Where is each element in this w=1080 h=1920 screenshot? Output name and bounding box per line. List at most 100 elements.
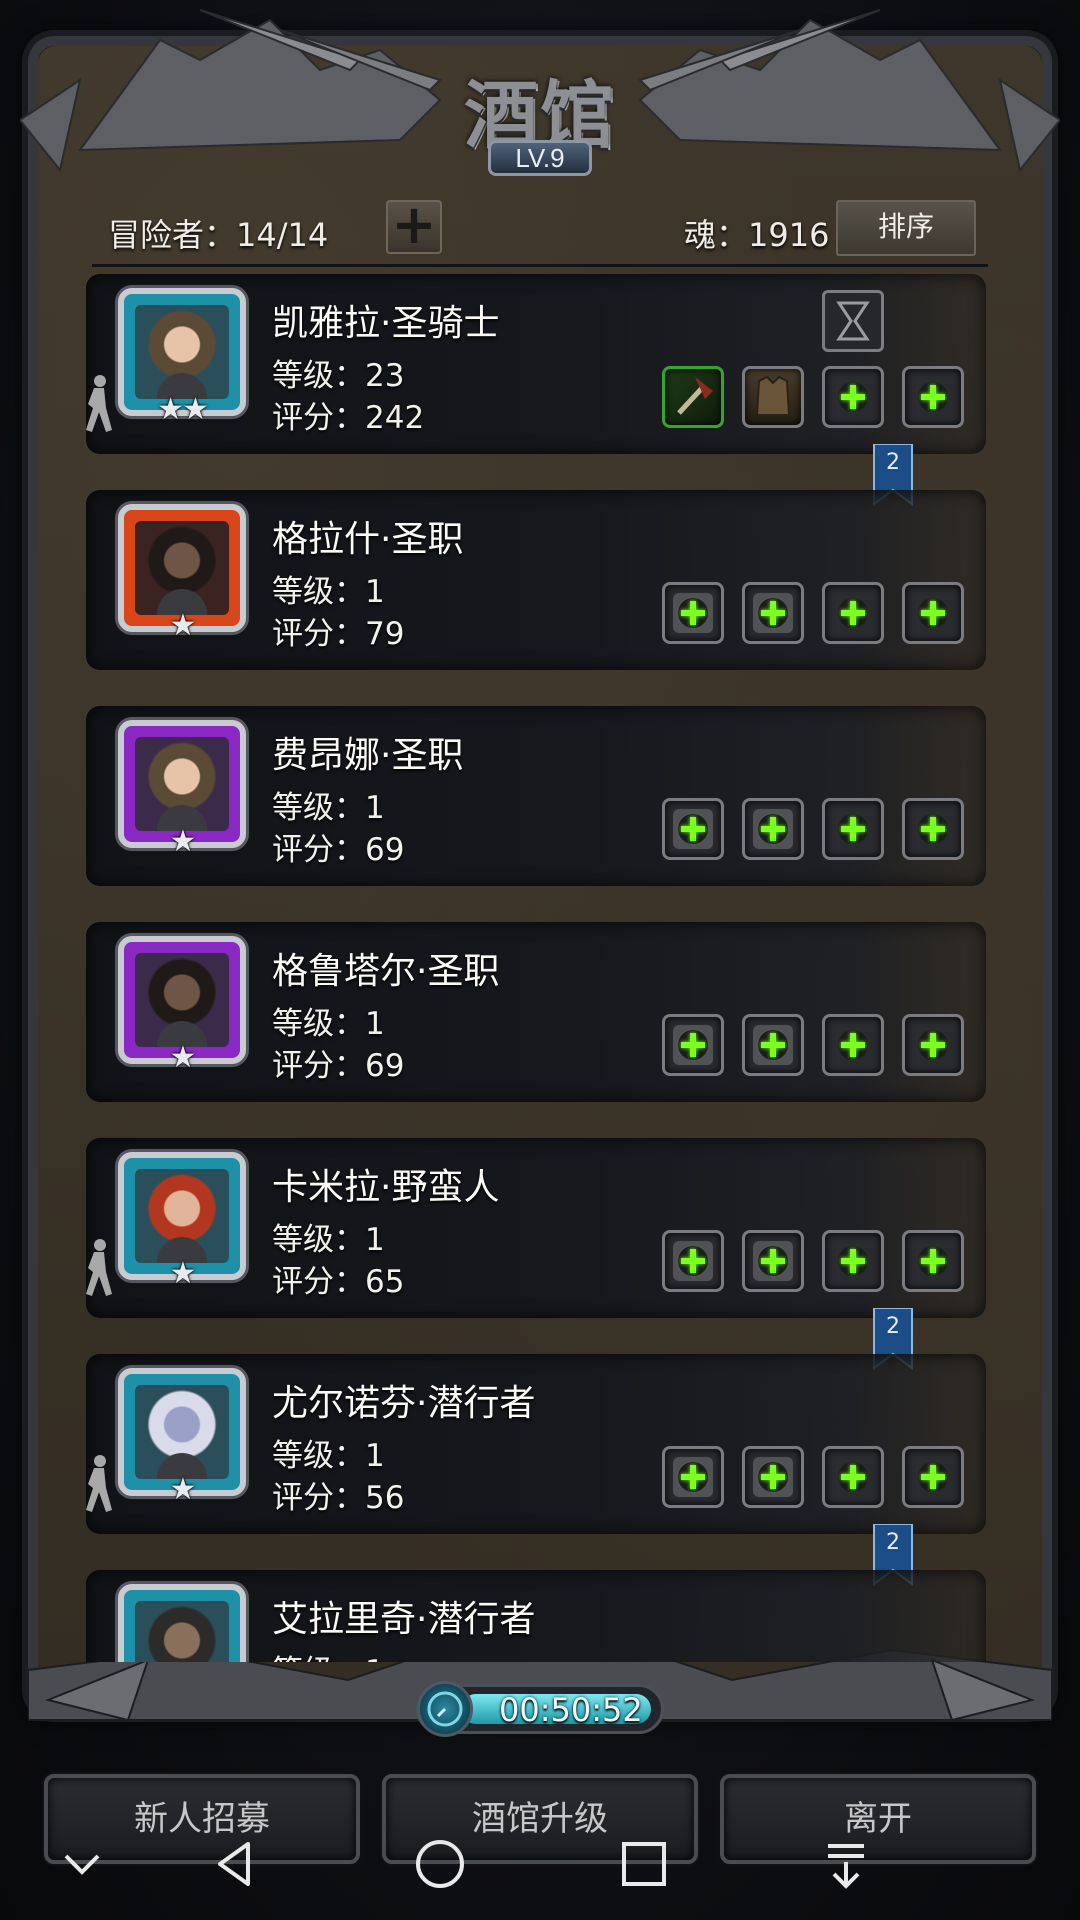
weapon-slot-empty[interactable]	[662, 1446, 724, 1508]
hero-name: 凯雅拉·圣骑士	[272, 303, 500, 344]
bookmark-count: 2	[886, 450, 900, 475]
hero-card[interactable]: ★ 尤尔诺芬·潜行者 等级：1 评分：56	[86, 1354, 986, 1534]
hero-level: 等级：1	[272, 574, 385, 610]
armor-slot-equipped[interactable]	[742, 366, 804, 428]
tavern-level-badge: LV.9	[488, 140, 592, 176]
hero-name: 费昂娜·圣职	[272, 735, 464, 776]
armor-icon	[755, 375, 791, 416]
accessory-slot-empty[interactable]	[822, 366, 884, 428]
weapon-slot-empty[interactable]	[662, 582, 724, 644]
hero-star-rating: ★	[169, 824, 197, 859]
recruit-timer: 00:50:52	[416, 1681, 664, 1737]
hero-score: 评分：79	[272, 616, 405, 652]
tavern-screen: { "title": "酒馆", "level_badge": "LV.9", …	[0, 0, 1080, 1920]
hero-star-rating: ★	[169, 608, 197, 643]
hero-level: 等级：1	[272, 1438, 385, 1474]
hero-score: 评分：65	[272, 1264, 405, 1300]
hero-card[interactable]: ★★ 凯雅拉·圣骑士 等级：23 评分：242	[86, 274, 986, 454]
hero-level: 等级：1	[272, 1222, 385, 1258]
accessory-slot-empty[interactable]	[902, 1014, 964, 1076]
axe-icon	[677, 377, 713, 415]
home-icon[interactable]	[408, 1832, 472, 1896]
hero-face	[135, 1169, 229, 1263]
hero-star-rating: ★★	[157, 392, 209, 427]
plus-icon	[918, 382, 948, 412]
add-adventurer-slot-button[interactable]: +	[386, 198, 442, 254]
accessory-slot-empty[interactable]	[822, 798, 884, 860]
hero-name: 卡米拉·野蛮人	[272, 1167, 500, 1208]
chevron-down-icon[interactable]	[50, 1832, 114, 1896]
hero-face	[135, 1385, 229, 1479]
hero-level: 等级：1	[272, 1646, 385, 1662]
accessory-slot-empty[interactable]	[902, 582, 964, 644]
hero-card[interactable]: ★ 格拉什·圣职 等级：1 评分：79	[86, 490, 986, 670]
hero-star-rating: ★	[169, 1040, 197, 1075]
hero-star-rating: ★	[169, 1472, 197, 1507]
plus-icon	[918, 1030, 948, 1060]
accessory-slot-empty[interactable]	[902, 1230, 964, 1292]
hero-score: 评分：69	[272, 1048, 405, 1084]
armor-slot-empty[interactable]	[742, 582, 804, 644]
hero-level: 等级：1	[272, 1006, 385, 1042]
plus-icon	[918, 814, 948, 844]
hero-score: 评分：69	[272, 832, 405, 868]
plus-icon	[918, 1246, 948, 1276]
hero-list[interactable]: ★★ 凯雅拉·圣骑士 等级：23 评分：242 2 ★ 格拉什·圣职 等级：1 …	[86, 272, 996, 1662]
plus-icon	[758, 1030, 788, 1060]
clock-icon	[417, 1681, 473, 1737]
equipment-slots	[662, 582, 982, 646]
equipment-slots	[662, 798, 982, 862]
accessory-slot-empty[interactable]	[822, 582, 884, 644]
hero-card[interactable]: 艾拉里奇·潜行者 等级：1	[86, 1570, 986, 1662]
walking-figure-icon	[86, 1455, 112, 1512]
accessory-slot-empty[interactable]	[902, 1446, 964, 1508]
weapon-slot-empty[interactable]	[662, 1230, 724, 1292]
walking-figure-icon	[86, 375, 112, 432]
hero-face	[135, 1601, 229, 1662]
weapon-slot-empty[interactable]	[662, 1014, 724, 1076]
plus-icon	[838, 382, 868, 412]
plus-icon	[758, 1246, 788, 1276]
timer-value: 00:50:52	[499, 1691, 643, 1729]
equipment-slots	[662, 366, 982, 430]
plus-icon	[918, 598, 948, 628]
armor-slot-empty[interactable]	[742, 798, 804, 860]
accessory-slot-empty[interactable]	[902, 366, 964, 428]
plus-icon	[678, 1030, 708, 1060]
plus-icon	[678, 598, 708, 628]
weapon-slot-equipped[interactable]	[662, 366, 724, 428]
system-navigation-bar	[0, 1814, 1080, 1920]
accessory-slot-empty[interactable]	[822, 1230, 884, 1292]
hero-score: 评分：242	[272, 400, 425, 436]
back-icon[interactable]	[204, 1832, 268, 1896]
accessory-slot-empty[interactable]	[822, 1446, 884, 1508]
recents-icon[interactable]	[612, 1832, 676, 1896]
soul-count: 魂：1916	[684, 216, 830, 254]
plus-icon	[678, 1246, 708, 1276]
hero-name: 格拉什·圣职	[272, 519, 464, 560]
tavern-header: 冒险者：14/14 + 魂：1916 排序	[92, 198, 988, 266]
notification-pull-icon[interactable]	[814, 1832, 878, 1896]
hero-name: 尤尔诺芬·潜行者	[272, 1383, 536, 1424]
accessory-slot-empty[interactable]	[822, 1014, 884, 1076]
armor-slot-empty[interactable]	[742, 1446, 804, 1508]
hero-card[interactable]: ★ 卡米拉·野蛮人 等级：1 评分：65	[86, 1138, 986, 1318]
tavern-title-badge: 酒馆 LV.9	[440, 48, 640, 178]
hero-face	[135, 953, 229, 1047]
walking-figure-icon	[86, 1239, 112, 1296]
hero-card[interactable]: ★ 格鲁塔尔·圣职 等级：1 评分：69	[86, 922, 986, 1102]
hero-face	[135, 305, 229, 399]
equipment-slots	[662, 1014, 982, 1078]
weapon-slot-empty[interactable]	[662, 798, 724, 860]
sort-button[interactable]: 排序	[836, 200, 976, 256]
equipment-slots	[662, 1230, 982, 1294]
plus-icon	[758, 814, 788, 844]
accessory-slot-empty[interactable]	[902, 798, 964, 860]
plus-icon	[758, 1462, 788, 1492]
plus-icon	[758, 598, 788, 628]
hourglass-icon[interactable]	[822, 290, 884, 352]
armor-slot-empty[interactable]	[742, 1014, 804, 1076]
armor-slot-empty[interactable]	[742, 1230, 804, 1292]
hero-card[interactable]: ★ 费昂娜·圣职 等级：1 评分：69	[86, 706, 986, 886]
hero-face	[135, 737, 229, 831]
